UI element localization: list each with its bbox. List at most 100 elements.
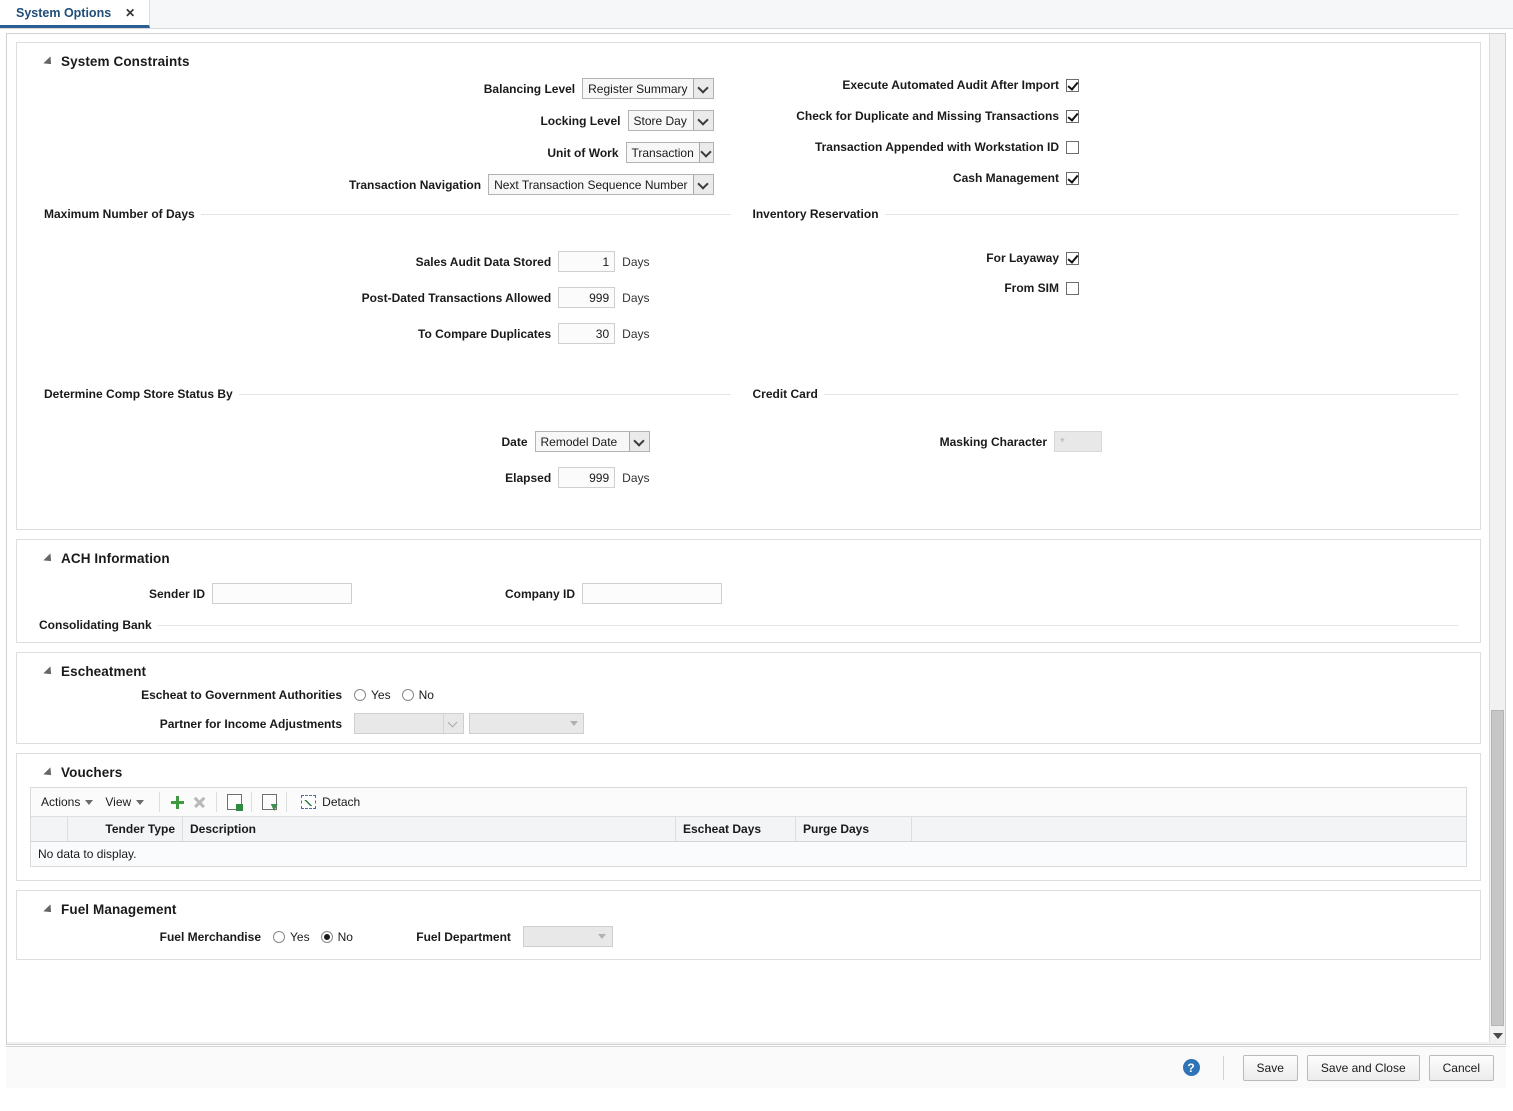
escheat-no-radio[interactable] [401, 689, 414, 701]
fuel-merchandise-no-radio[interactable] [320, 930, 333, 943]
field-comp-store-date: Date Remodel Date [17, 431, 650, 452]
unit-label: Days [622, 290, 650, 305]
lov-value [523, 927, 593, 946]
collapse-triangle-icon[interactable] [43, 665, 55, 678]
field-label: Locking Level [540, 113, 621, 128]
field-locking-level: Locking Level Store Day [17, 110, 714, 131]
post-dated-transactions-input[interactable]: 999 [558, 287, 616, 308]
scroll-down-button[interactable] [1490, 1028, 1505, 1044]
field-label: Masking Character [939, 434, 1047, 449]
add-row-button[interactable] [166, 791, 188, 813]
select-value: Next Transaction Sequence Number [489, 175, 693, 194]
panel-header-ach-information[interactable]: ACH Information [17, 540, 1480, 575]
save-button[interactable]: Save [1242, 1054, 1298, 1081]
chevron-down-icon [85, 799, 94, 805]
checkbox-label: Execute Automated Audit After Import [842, 78, 1059, 92]
actions-menu-label: Actions [41, 795, 81, 809]
select-value [355, 714, 443, 733]
check-duplicate-missing-checkbox[interactable] [1066, 109, 1079, 123]
field-label: Date [501, 434, 528, 449]
delete-row-button[interactable] [188, 791, 210, 813]
col-description[interactable]: Description [182, 817, 676, 842]
to-compare-duplicates-input[interactable]: 30 [558, 323, 616, 344]
comp-store-fields: Date Remodel Date Elapsed 999 Days [17, 431, 749, 499]
query-by-example-button[interactable] [258, 791, 280, 813]
divider [1222, 1055, 1224, 1080]
fuel-fields-row: Fuel Merchandise Yes No Fuel Department [17, 926, 1480, 947]
execute-automated-audit-checkbox[interactable] [1066, 78, 1079, 92]
escheat-yes-radio[interactable] [354, 689, 366, 701]
detach-button[interactable]: Detach [293, 795, 368, 809]
max-days-and-inventory-body: Sales Audit Data Stored 1 Days Post-Date… [17, 251, 1480, 348]
panel-header-fuel-management[interactable]: Fuel Management [17, 891, 1480, 926]
collapse-triangle-icon[interactable] [43, 903, 55, 916]
divider [157, 624, 1458, 626]
chevron-down-icon[interactable] [692, 175, 713, 194]
collapse-triangle-icon[interactable] [43, 55, 55, 68]
fuel-department-lov [522, 926, 613, 947]
col-purge-days[interactable]: Purge Days [795, 817, 912, 842]
max-days-fields: Sales Audit Data Stored 1 Days Post-Date… [17, 251, 749, 348]
fuel-merchandise-yes-radio[interactable] [273, 930, 285, 943]
tab-system-options[interactable]: System Options ✕ [0, 0, 151, 28]
col-escheat-days[interactable]: Escheat Days [675, 817, 796, 842]
escheat-radio-group: Yes No [354, 688, 440, 702]
transaction-appended-workstation-checkbox[interactable] [1066, 140, 1079, 154]
help-icon[interactable]: ? [1182, 1059, 1200, 1076]
panel-header-escheatment[interactable]: Escheatment [17, 653, 1480, 688]
panel-fuel-management: Fuel Management Fuel Merchandise Yes No … [16, 890, 1481, 960]
sender-id-input[interactable] [212, 583, 352, 604]
export-to-excel-button[interactable] [223, 791, 245, 813]
vouchers-grid: Tender Type Description Escheat Days Pur… [31, 817, 1466, 842]
checkbox-label: Cash Management [952, 171, 1059, 185]
collapse-triangle-icon[interactable] [43, 552, 55, 565]
close-icon[interactable]: ✕ [125, 7, 135, 19]
masking-character-input: * [1054, 431, 1102, 452]
scrollbar-thumb[interactable] [1491, 710, 1504, 1026]
panel-title: ACH Information [61, 551, 170, 566]
col-select[interactable] [31, 817, 68, 842]
balancing-level-select[interactable]: Register Summary [582, 78, 714, 99]
sales-audit-data-stored-input[interactable]: 1 [558, 251, 616, 272]
panel-header-system-constraints[interactable]: System Constraints [17, 43, 1480, 78]
panel-vouchers: Vouchers Actions View Detach Tender Type… [16, 753, 1481, 881]
save-and-close-button[interactable]: Save and Close [1306, 1054, 1420, 1081]
unit-of-work-select[interactable]: Transaction [625, 142, 714, 163]
actions-menu[interactable]: Actions [38, 795, 102, 809]
detach-label: Detach [322, 795, 361, 809]
panel-title: System Constraints [61, 54, 190, 69]
locking-level-select[interactable]: Store Day [627, 110, 714, 131]
panel-header-vouchers[interactable]: Vouchers [17, 754, 1480, 787]
field-workstation-id: Transaction Appended with Workstation ID [749, 140, 1079, 154]
chevron-down-icon[interactable] [628, 432, 649, 451]
cash-management-checkbox[interactable] [1066, 171, 1079, 185]
chevron-down-icon[interactable] [698, 143, 713, 162]
collapse-triangle-icon[interactable] [43, 766, 55, 779]
field-execute-automated-audit: Execute Automated Audit After Import [749, 78, 1079, 92]
view-menu[interactable]: View [102, 795, 153, 809]
divider [159, 792, 161, 812]
select-value: Transaction [626, 143, 699, 162]
from-sim-checkbox[interactable] [1066, 281, 1079, 295]
comp-store-elapsed-input[interactable]: 999 [558, 467, 616, 488]
group-headers-row-2: Determine Comp Store Status By Credit Ca… [17, 381, 1480, 411]
field-check-duplicate: Check for Duplicate and Missing Transact… [749, 109, 1079, 123]
comp-store-date-select[interactable]: Remodel Date [534, 431, 650, 452]
field-unit-of-work: Unit of Work Transaction [17, 142, 714, 163]
cancel-button[interactable]: Cancel [1428, 1054, 1494, 1081]
group-title: Inventory Reservation [752, 207, 879, 221]
col-tender-type[interactable]: Tender Type [67, 817, 183, 842]
group-maximum-number-of-days: Maximum Number of Days [17, 201, 749, 231]
transaction-navigation-select[interactable]: Next Transaction Sequence Number [488, 174, 714, 195]
group-title: Maximum Number of Days [44, 207, 195, 221]
fuel-merchandise-radio-group: Yes No [273, 930, 359, 944]
radio-label: No [337, 929, 353, 944]
col-spacer [911, 817, 1466, 842]
company-id-input[interactable] [582, 583, 722, 604]
for-layaway-checkbox[interactable] [1066, 251, 1079, 265]
field-partner-income-adjustments: Partner for Income Adjustments [17, 713, 1480, 734]
vertical-scrollbar[interactable] [1489, 34, 1505, 1044]
chevron-down-icon[interactable] [692, 111, 713, 130]
panel-escheatment: Escheatment Escheat to Government Author… [16, 652, 1481, 744]
chevron-down-icon[interactable] [692, 79, 713, 98]
